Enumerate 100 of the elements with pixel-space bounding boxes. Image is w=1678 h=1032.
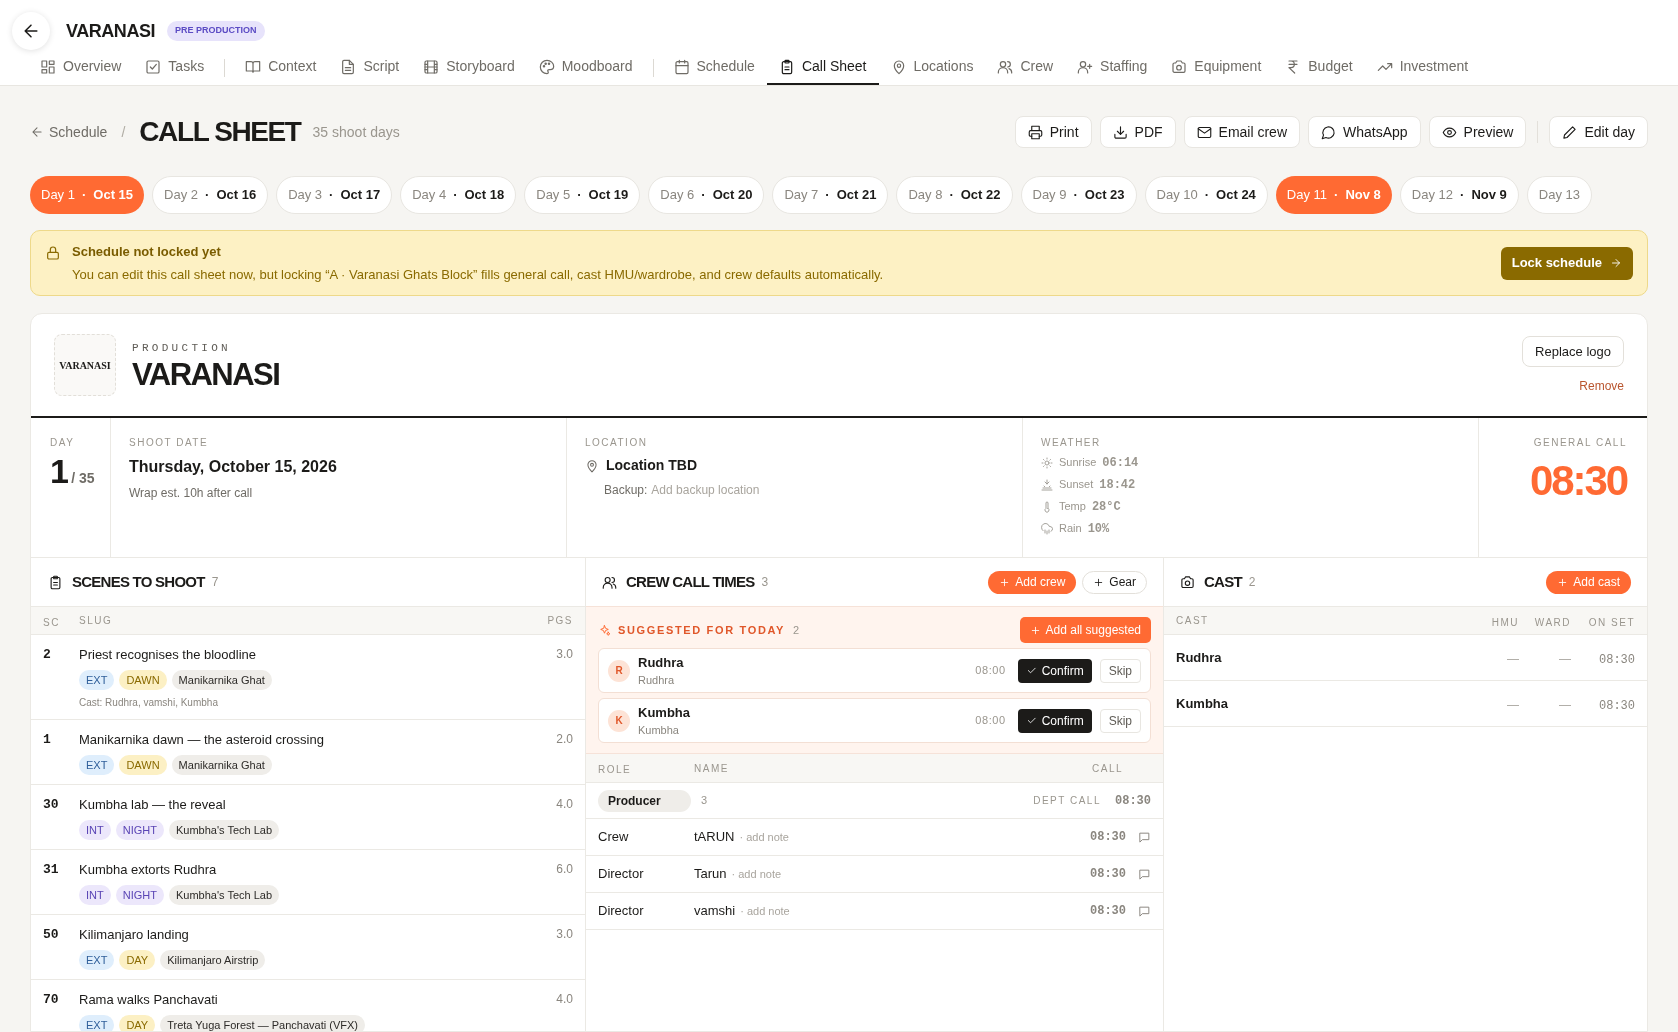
wardrobe-time: — <box>1559 651 1571 666</box>
day-chip[interactable]: Day 3 · Oct 17 <box>276 176 393 214</box>
scene-number: 1 <box>43 731 52 749</box>
crew-name: tARUN <box>694 828 735 847</box>
column-header: NAME <box>694 761 729 776</box>
people-icon <box>997 58 1014 75</box>
toolbar-button[interactable]: WhatsApp <box>1308 116 1421 148</box>
confirm-button[interactable]: Confirm <box>1017 708 1092 733</box>
page-count: 6.0 <box>556 861 573 878</box>
skip-button[interactable]: Skip <box>1099 658 1141 683</box>
scene-tag: Kumbha's Tech Lab <box>168 884 280 905</box>
suggested-time: 08:00 <box>975 713 1006 729</box>
plus-icon <box>1557 576 1569 588</box>
nav-tab[interactable]: Overview <box>28 50 134 85</box>
add-gear-button[interactable]: Gear <box>1082 570 1147 594</box>
column-header: CAST <box>1176 614 1209 628</box>
banner-message: You can edit this call sheet now, but locking “A · Varanasi Ghats Block” fills general call, cast HMU/wardrobe, and crew defaults automatically. <box>72 265 884 284</box>
add-cast-button[interactable]: Add cast <box>1546 570 1631 594</box>
department-chip[interactable]: Producer <box>598 789 691 812</box>
nav-tab[interactable]: Schedule <box>661 50 767 85</box>
general-call-time: 08:30 <box>1530 460 1627 502</box>
lock-schedule-button[interactable]: Lock schedule <box>1500 246 1633 280</box>
toolbar-button[interactable]: Email crew <box>1183 116 1300 148</box>
day-chip[interactable]: Day 9 · Oct 23 <box>1020 176 1137 214</box>
nav-tab[interactable]: Call Sheet <box>766 50 879 85</box>
column-header: SLUG <box>79 614 113 628</box>
weather-label: Temp <box>1059 499 1086 515</box>
page-subtitle: 35 shoot days <box>312 122 400 142</box>
day-chip[interactable]: Day 1 · Oct 15 <box>30 176 145 214</box>
scene-tag: NIGHT <box>115 819 164 840</box>
avatar: K <box>608 709 630 732</box>
sunset-icon <box>1041 478 1053 491</box>
confirm-button[interactable]: Confirm <box>1017 658 1092 683</box>
grid-icon <box>40 58 56 75</box>
shoot-date: Thursday, October 15, 2026 <box>129 457 338 477</box>
column-header: CALL <box>1092 761 1123 776</box>
day-chip[interactable]: Day 10 · Oct 24 <box>1144 176 1268 214</box>
day-chip[interactable]: Day 7 · Oct 21 <box>772 176 889 214</box>
crew-call-time: 08:30 <box>1090 829 1126 846</box>
day-total: / 35 <box>71 469 95 488</box>
nav-tab[interactable]: Moodboard <box>526 50 645 85</box>
page-count: 2.0 <box>556 731 573 748</box>
replace-logo-button[interactable]: Replace logo <box>1522 336 1624 367</box>
cast-name: Kumbha <box>1176 694 1228 713</box>
add-crew-button[interactable]: Add crew <box>988 570 1077 594</box>
section-count: 7 <box>211 574 219 591</box>
suggested-time: 08:00 <box>975 663 1006 679</box>
add-all-suggested-button[interactable]: Add all suggested <box>1019 617 1151 643</box>
weather-value: 06:14 <box>1102 454 1139 472</box>
back-link[interactable]: Schedule <box>30 121 108 143</box>
day-chip[interactable]: Day 6 · Oct 20 <box>648 176 765 214</box>
column-header: SC <box>43 616 60 628</box>
skip-button[interactable]: Skip <box>1099 708 1141 733</box>
nav-tab[interactable]: Context <box>233 50 329 85</box>
nav-tab[interactable]: Budget <box>1273 50 1365 85</box>
plus-icon <box>999 576 1011 588</box>
nav-tab[interactable]: Storyboard <box>411 50 527 85</box>
camera-icon <box>1171 58 1188 75</box>
column-header: PGS <box>547 614 573 628</box>
nav-tab[interactable]: Equipment <box>1159 50 1274 85</box>
edit-day-button[interactable]: Edit day <box>1549 116 1648 148</box>
nav-tab[interactable]: Locations <box>878 50 986 85</box>
page-count: 4.0 <box>556 796 573 813</box>
section-count: 2 <box>1248 574 1256 591</box>
rain-cloud-icon <box>1041 522 1053 535</box>
scene-tag: EXT <box>79 754 115 775</box>
nav-tab[interactable]: Crew <box>985 50 1066 85</box>
crew-call-time: 08:30 <box>1090 903 1126 920</box>
scene-tag: Manikarnika Ghat <box>171 669 272 690</box>
day-chip[interactable]: Day 2 · Oct 16 <box>152 176 269 214</box>
production-name: VARANASI <box>132 358 280 390</box>
toolbar-button[interactable]: Print <box>1014 116 1092 148</box>
chat-bubble-icon <box>1321 124 1336 140</box>
nav-tab[interactable]: Investment <box>1364 50 1481 85</box>
nav-tab[interactable]: Tasks <box>133 50 217 85</box>
pencil-icon <box>1562 124 1578 140</box>
nav-tab[interactable]: Staffing <box>1065 50 1160 85</box>
remove-link[interactable]: Remove <box>1579 377 1624 395</box>
day-chip[interactable]: Day 12 · Nov 9 <box>1399 176 1519 214</box>
scene-slug: Kumbha lab — the reveal <box>79 796 227 814</box>
nav-tab[interactable]: Script <box>328 50 412 85</box>
back-button[interactable] <box>12 12 50 50</box>
day-chip[interactable]: Day 5 · Oct 19 <box>524 176 641 214</box>
scene-tag: EXT <box>79 1014 115 1031</box>
day-chip[interactable]: Day 11 · Nov 8 <box>1275 176 1392 214</box>
toolbar-button[interactable]: Preview <box>1428 116 1527 148</box>
on-set-time: 08:30 <box>1599 652 1635 667</box>
eye-icon <box>1441 124 1457 140</box>
section-title: SCENES TO SHOOT <box>72 571 205 592</box>
field-label: LOCATION <box>585 436 649 450</box>
day-chip[interactable]: Day 8 · Oct 22 <box>896 176 1013 214</box>
scene-tag: DAY <box>119 1014 156 1031</box>
day-chip[interactable]: Day 13 <box>1526 176 1592 214</box>
comment-icon <box>1138 867 1151 881</box>
day-chip[interactable]: Day 4 · Oct 18 <box>400 176 517 214</box>
field-label: WEATHER <box>1041 436 1102 450</box>
hmu-time: — <box>1507 651 1519 666</box>
document-icon <box>340 58 357 75</box>
section-count: 3 <box>761 574 769 591</box>
toolbar-button[interactable]: PDF <box>1099 116 1176 148</box>
